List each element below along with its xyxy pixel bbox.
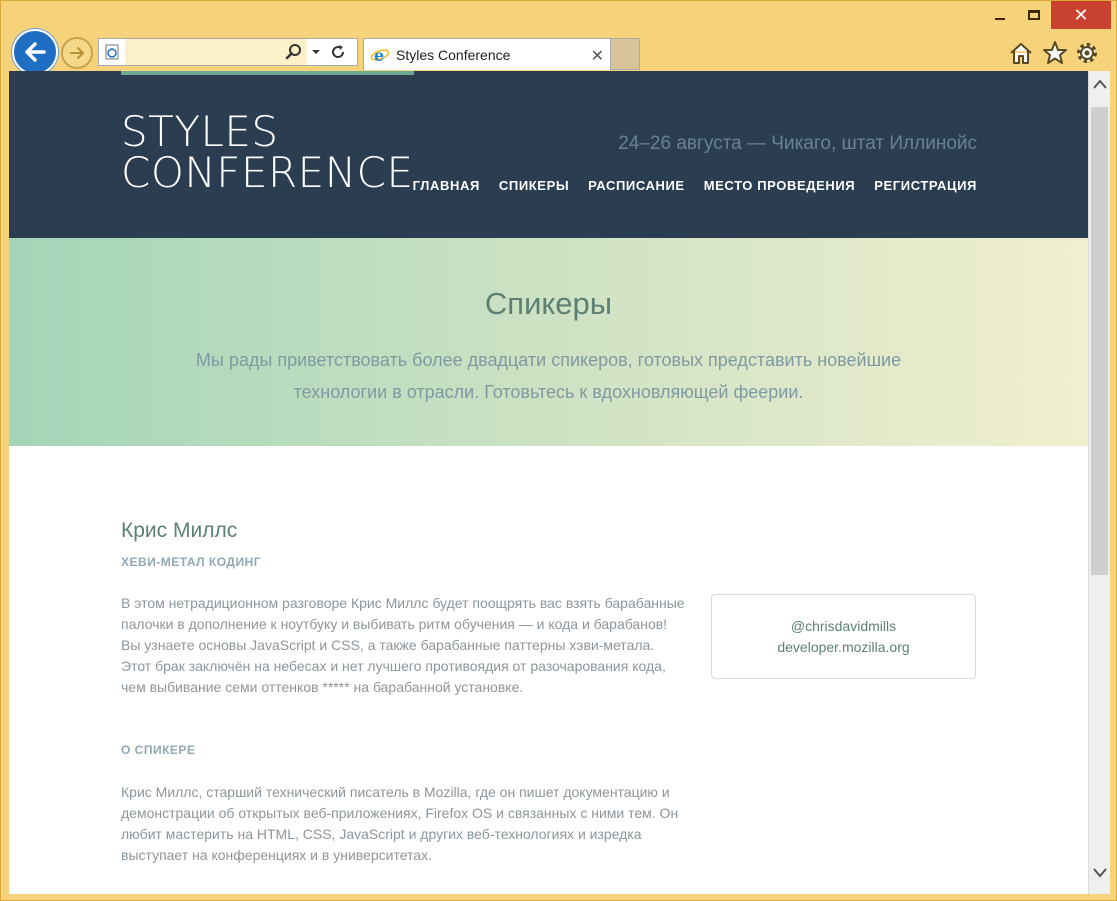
gear-icon (1077, 43, 1097, 63)
tools-button[interactable] (1073, 39, 1101, 67)
tab-title: Styles Conference (396, 46, 511, 63)
header-accent-bar (121, 71, 414, 75)
arrow-left-icon (25, 42, 46, 62)
twitter-link[interactable]: @chrisdavidmills (712, 616, 975, 637)
nav-home[interactable]: ГЛАВНАЯ (413, 178, 480, 193)
new-tab-button[interactable] (611, 38, 640, 70)
arrow-right-icon (70, 47, 84, 59)
dropdown-arrow-icon[interactable] (311, 47, 321, 57)
page-viewport: STYLES CONFERENCE 24–26 августа — Чикаго… (9, 71, 1088, 894)
page-icon (105, 44, 119, 60)
logo-line-1: STYLES (121, 107, 279, 156)
main-nav: ГЛАВНАЯ СПИКЕРЫ РАСПИСАНИЕ МЕСТО ПРОВЕДЕ… (413, 178, 977, 193)
address-bar (98, 38, 358, 66)
home-button[interactable] (1007, 39, 1035, 67)
refresh-icon[interactable] (329, 43, 347, 61)
browser-window: ✕ e Styles Conference ✕ STYLES CONFERENC… (0, 0, 1117, 901)
svg-text:e: e (374, 46, 384, 64)
maximize-button[interactable] (1019, 1, 1049, 29)
site-logo[interactable]: STYLES CONFERENCE (121, 107, 414, 197)
logo-line-2: CONFERENCE (121, 148, 414, 197)
chevron-up-icon (1093, 79, 1107, 89)
nav-register[interactable]: РЕГИСТРАЦИЯ (874, 178, 977, 193)
site-header: STYLES CONFERENCE 24–26 августа — Чикаго… (9, 71, 1088, 238)
address-input[interactable] (125, 39, 307, 65)
speaker-name: Крис Миллс (121, 519, 238, 542)
vertical-scrollbar[interactable] (1088, 71, 1110, 894)
close-window-button[interactable]: ✕ (1051, 1, 1111, 29)
minimize-button[interactable] (985, 1, 1015, 29)
page-title: Спикеры (484, 286, 613, 321)
about-speaker-title: О СПИКЕРЕ (121, 743, 196, 757)
browser-tab[interactable]: e Styles Conference ✕ (363, 38, 611, 70)
ie-logo-icon: e (370, 46, 390, 64)
star-icon (1043, 41, 1067, 64)
website-link[interactable]: developer.mozilla.org (712, 637, 975, 658)
close-tab-icon[interactable]: ✕ (591, 46, 604, 66)
search-icon[interactable] (285, 43, 303, 61)
nav-schedule[interactable]: РАСПИСАНИЕ (588, 178, 685, 193)
nav-speakers[interactable]: СПИКЕРЫ (499, 178, 569, 193)
scroll-up-button[interactable] (1089, 77, 1111, 97)
hero-lead: Мы рады приветствовать более двадцати сп… (195, 350, 902, 402)
talk-title: ХЕВИ-МЕТАЛ КОДИНГ (121, 555, 262, 569)
home-icon (1010, 43, 1032, 64)
talk-description: В этом нетрадиционном разговоре Крис Мил… (121, 595, 685, 695)
about-speaker-description: Крис Миллс, старший технический писатель… (121, 784, 679, 863)
event-tagline: 24–26 августа — Чикаго, штат Иллинойс (618, 133, 977, 154)
back-button[interactable] (12, 29, 58, 75)
hero-section: Спикеры Мы рады приветствовать более два… (9, 238, 1088, 446)
scroll-down-button[interactable] (1089, 866, 1111, 886)
favorites-button[interactable] (1041, 39, 1069, 67)
scroll-thumb[interactable] (1091, 107, 1108, 575)
title-bar: ✕ (1, 1, 1117, 31)
nav-venue[interactable]: МЕСТО ПРОВЕДЕНИЯ (704, 178, 856, 193)
speaker-links-card: @chrisdavidmills developer.mozilla.org (711, 594, 976, 679)
chevron-down-icon (1093, 868, 1107, 878)
forward-button[interactable] (61, 37, 93, 69)
